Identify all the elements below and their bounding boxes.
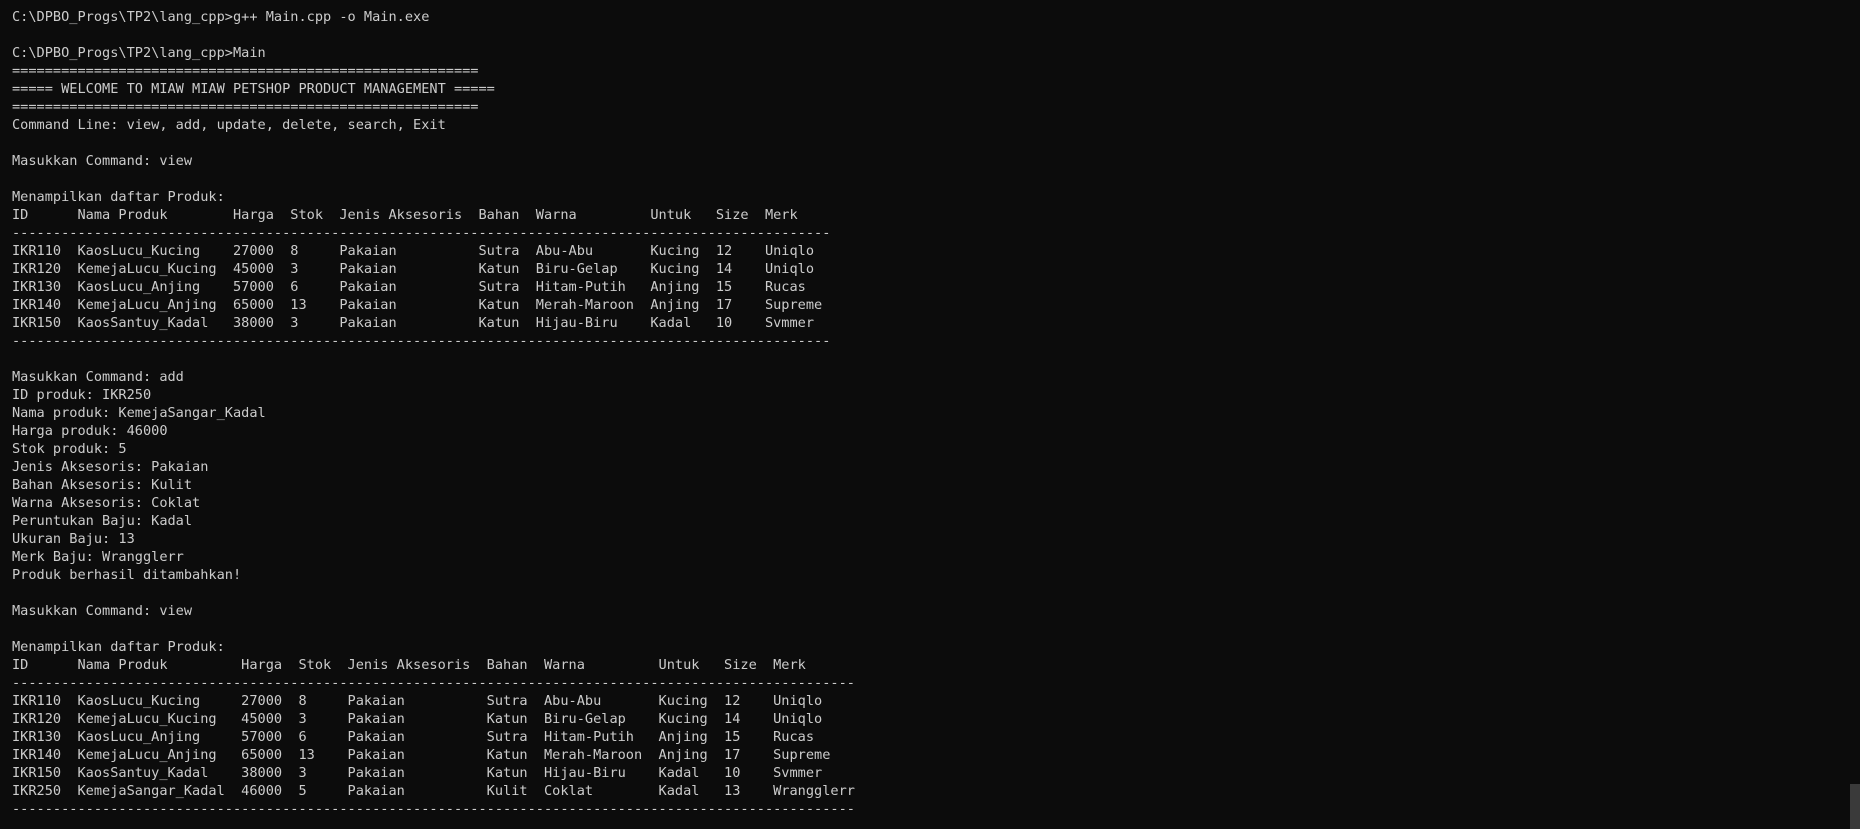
terminal-line: ID Nama Produk Harga Stok Jenis Aksesori…	[12, 207, 798, 223]
terminal-line: IKR110 KaosLucu_Kucing 27000 8 Pakaian S…	[12, 693, 823, 709]
terminal-line: Command Line: view, add, update, delete,…	[12, 117, 446, 133]
terminal-line: IKR130 KaosLucu_Anjing 57000 6 Pakaian S…	[12, 279, 806, 295]
terminal-line: ----------------------------------------…	[12, 333, 831, 349]
terminal-line: IKR140 KemejaLucu_Anjing 65000 13 Pakaia…	[12, 747, 831, 763]
terminal-line: ID produk: IKR250	[12, 387, 152, 403]
terminal-line: ========================================…	[12, 99, 479, 115]
terminal-line: ----------------------------------------…	[12, 225, 831, 241]
terminal-line: ===== WELCOME TO MIAW MIAW PETSHOP PRODU…	[12, 81, 495, 97]
terminal-line: Stok produk: 5	[12, 441, 127, 457]
scrollbar-thumb[interactable]	[1850, 784, 1860, 829]
terminal-line: Masukkan Command: view	[12, 153, 193, 169]
terminal-line: ----------------------------------------…	[12, 675, 855, 691]
terminal-window[interactable]: C:\DPBO_Progs\TP2\lang_cpp>g++ Main.cpp …	[0, 0, 1860, 829]
terminal-line: Peruntukan Baju: Kadal	[12, 513, 193, 529]
terminal-line: Menampilkan daftar Produk:	[12, 639, 225, 655]
terminal-line: IKR120 KemejaLucu_Kucing 45000 3 Pakaian…	[12, 261, 815, 277]
terminal-line: Merk Baju: Wrangglerr	[12, 549, 184, 565]
terminal-line: Nama produk: KemejaSangar_Kadal	[12, 405, 266, 421]
terminal-line: IKR120 KemejaLucu_Kucing 45000 3 Pakaian…	[12, 711, 823, 727]
terminal-line: IKR110 KaosLucu_Kucing 27000 8 Pakaian S…	[12, 243, 815, 259]
terminal-line: Jenis Aksesoris: Pakaian	[12, 459, 209, 475]
terminal-line: Masukkan Command: add	[12, 369, 184, 385]
terminal-line: IKR130 KaosLucu_Anjing 57000 6 Pakaian S…	[12, 729, 815, 745]
terminal-line: IKR250 KemejaSangar_Kadal 46000 5 Pakaia…	[12, 783, 855, 799]
terminal-output: C:\DPBO_Progs\TP2\lang_cpp>g++ Main.cpp …	[12, 8, 1860, 818]
terminal-line: ID Nama Produk Harga Stok Jenis Aksesori…	[12, 657, 806, 673]
terminal-line: Masukkan Command: view	[12, 603, 193, 619]
terminal-line: Harga produk: 46000	[12, 423, 168, 439]
terminal-line: Warna Aksesoris: Coklat	[12, 495, 201, 511]
terminal-line: Produk berhasil ditambahkan!	[12, 567, 242, 583]
scrollbar[interactable]	[1850, 0, 1860, 829]
terminal-line: IKR140 KemejaLucu_Anjing 65000 13 Pakaia…	[12, 297, 823, 313]
terminal-line: Ukuran Baju: 13	[12, 531, 135, 547]
terminal-line: C:\DPBO_Progs\TP2\lang_cpp>Main	[12, 45, 266, 61]
terminal-line: IKR150 KaosSantuy_Kadal 38000 3 Pakaian …	[12, 765, 823, 781]
terminal-line: Menampilkan daftar Produk:	[12, 189, 225, 205]
terminal-line: Bahan Aksesoris: Kulit	[12, 477, 193, 493]
terminal-line: ----------------------------------------…	[12, 801, 855, 817]
terminal-line: IKR150 KaosSantuy_Kadal 38000 3 Pakaian …	[12, 315, 815, 331]
terminal-line: C:\DPBO_Progs\TP2\lang_cpp>g++ Main.cpp …	[12, 9, 430, 25]
terminal-line: ========================================…	[12, 63, 479, 79]
